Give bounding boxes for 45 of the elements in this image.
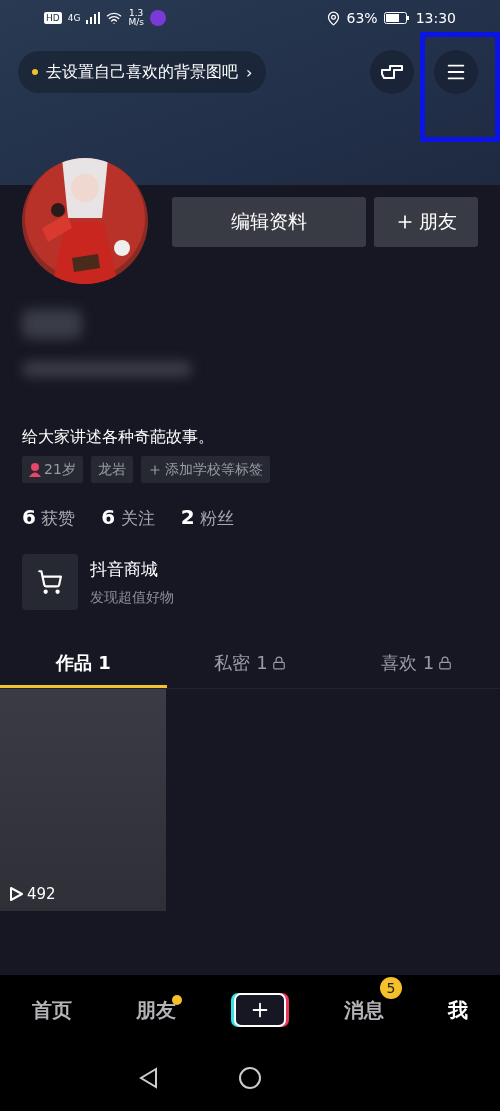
play-icon (8, 886, 24, 902)
app-icon (149, 10, 166, 26)
create-button[interactable] (234, 993, 286, 1027)
hd-icon: HD (44, 12, 62, 24)
back-icon[interactable] (138, 1067, 158, 1089)
cart-icon (37, 569, 63, 595)
content-tab[interactable]: 私密 1 (166, 640, 334, 688)
stat-item[interactable]: 2 粉丝 (180, 505, 234, 530)
nav-tab[interactable]: 朋友 (130, 996, 182, 1024)
menu-button[interactable] (434, 50, 478, 94)
plus-icon (147, 462, 162, 477)
nav-tab[interactable]: 首页 (26, 996, 78, 1024)
stat-item[interactable]: 6 关注 (101, 505, 155, 530)
profile-tag[interactable]: 添加学校等标签 (140, 456, 270, 483)
shop-tile[interactable] (22, 554, 78, 610)
shop-subtitle: 发现超值好物 (90, 588, 174, 607)
network-label: 4G (67, 13, 81, 23)
video-thumbnail[interactable]: 492 (0, 689, 166, 911)
lock-icon (438, 655, 453, 670)
stat-item[interactable]: 6 获赞 (22, 505, 76, 530)
profile-tag: 21岁 (22, 456, 83, 483)
bio-text: 给大家讲述各种奇葩故事。 (22, 427, 215, 448)
add-friend-button[interactable]: 朋友 (374, 197, 478, 247)
blurred-name (22, 309, 82, 339)
battery-percent: 63% (346, 10, 378, 26)
signal-icon (86, 12, 101, 24)
speed-value: 1.3 (129, 8, 144, 18)
person-icon (29, 462, 41, 477)
location-icon (325, 10, 341, 26)
lock-icon (271, 655, 286, 670)
nav-tab[interactable]: 我 (442, 996, 474, 1024)
profile-tag: 龙岩 (90, 456, 133, 483)
pointing-hand-button[interactable] (370, 50, 414, 94)
content-tab[interactable]: 喜欢 1 (333, 640, 500, 688)
wifi-icon (106, 10, 123, 26)
edit-profile-button[interactable]: 编辑资料 (172, 197, 366, 247)
clock: 13:30 (415, 10, 456, 26)
home-icon[interactable] (238, 1066, 262, 1090)
message-count: 5 (380, 976, 402, 999)
shop-title[interactable]: 抖音商城 (90, 557, 174, 581)
background-hint[interactable]: 去设置自己喜欢的背景图吧 › (18, 51, 267, 93)
play-count: 492 (8, 885, 56, 903)
speed-unit: M/s (128, 18, 144, 28)
nav-tab[interactable]: 消息 (338, 996, 390, 1024)
battery-icon (383, 12, 410, 24)
